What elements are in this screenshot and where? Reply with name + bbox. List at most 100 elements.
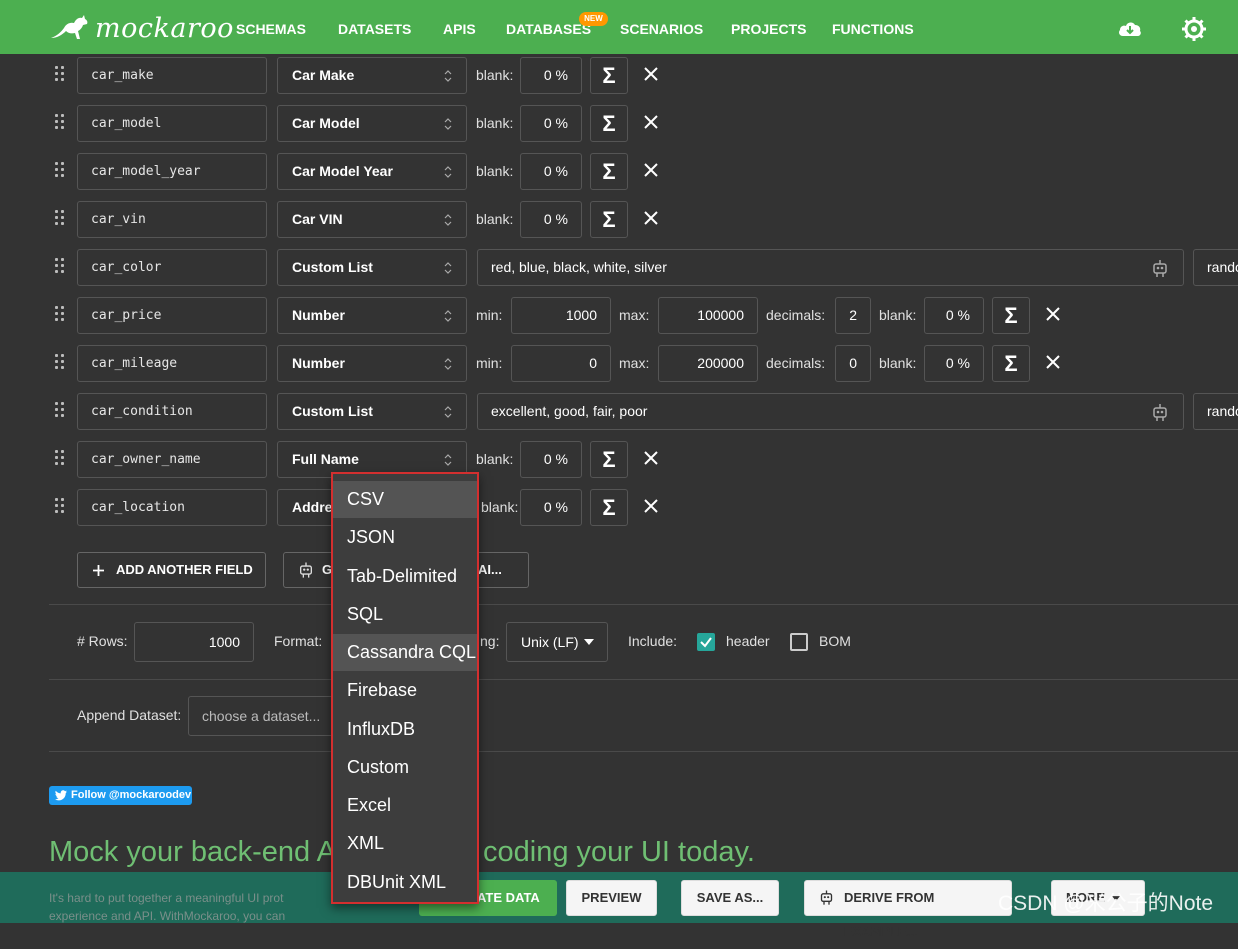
blank-input[interactable]: 0 % (520, 201, 582, 238)
field-name-input[interactable]: car_price (77, 297, 267, 334)
order-select[interactable]: rando (1193, 393, 1238, 430)
close-icon[interactable] (642, 65, 660, 83)
blank-input[interactable]: 0 % (520, 57, 582, 94)
drag-handle-icon[interactable] (55, 450, 65, 468)
nav-databases[interactable]: DATABASES (506, 21, 591, 37)
max-input[interactable]: 200000 (658, 345, 758, 382)
custom-list-input[interactable]: excellent, good, fair, poor (477, 393, 1184, 430)
format-option-dbunit-xml[interactable]: DBUnit XML (333, 864, 477, 901)
min-label: min: (476, 355, 503, 371)
field-type-select[interactable]: Number (277, 297, 467, 334)
field-type-select[interactable]: Car Make (277, 57, 467, 94)
order-select[interactable]: rando (1193, 249, 1238, 286)
field-type-select[interactable]: Car VIN (277, 201, 467, 238)
nav-apis[interactable]: APIS (443, 21, 476, 37)
formula-button[interactable]: Σ (590, 153, 628, 190)
format-option-excel[interactable]: Excel (333, 787, 477, 824)
formula-button[interactable]: Σ (590, 489, 628, 526)
format-option-csv[interactable]: CSV (333, 481, 477, 518)
field-type-select[interactable]: Number (277, 345, 467, 382)
field-name-input[interactable]: car_model_year (77, 153, 267, 190)
format-option-tab-delimited[interactable]: Tab-Delimited (333, 558, 477, 595)
nav-functions[interactable]: FUNCTIONS (832, 21, 914, 37)
save-as-button[interactable]: SAVE AS... (681, 880, 779, 916)
header-checkbox[interactable] (697, 633, 715, 651)
formula-button[interactable]: Σ (992, 297, 1030, 334)
field-name-input[interactable]: car_location (77, 489, 267, 526)
intro-text: experience and API. WithMockaroo, you ca… (49, 909, 286, 923)
robot-icon[interactable] (1151, 403, 1169, 423)
field-name-input[interactable]: car_condition (77, 393, 267, 430)
formula-button[interactable]: Σ (590, 441, 628, 478)
add-another-field-button[interactable]: ADD ANOTHER FIELD (77, 552, 266, 588)
blank-input[interactable]: 0 % (520, 105, 582, 142)
format-option-sql[interactable]: SQL (333, 596, 477, 633)
close-icon[interactable] (642, 209, 660, 227)
field-name-input[interactable]: car_make (77, 57, 267, 94)
blank-input[interactable]: 0 % (924, 345, 984, 382)
drag-handle-icon[interactable] (55, 114, 65, 132)
generate-data-label: ATE DATA (477, 890, 540, 905)
field-name-input[interactable]: car_model (77, 105, 267, 142)
format-option-xml[interactable]: XML (333, 825, 477, 862)
formula-button[interactable]: Σ (590, 57, 628, 94)
robot-icon[interactable] (1151, 259, 1169, 279)
drag-handle-icon[interactable] (55, 354, 65, 372)
custom-list-input[interactable]: red, blue, black, white, silver (477, 249, 1184, 286)
logo[interactable]: mockaroo (49, 12, 234, 44)
bom-checkbox[interactable] (790, 633, 808, 651)
field-name-input[interactable]: car_owner_name (77, 441, 267, 478)
close-icon[interactable] (1044, 305, 1062, 323)
field-type-select[interactable]: Car Model (277, 105, 467, 142)
decimals-input[interactable]: 0 (835, 345, 871, 382)
drag-handle-icon[interactable] (55, 162, 65, 180)
field-name-input[interactable]: car_mileage (77, 345, 267, 382)
follow-twitter-button[interactable]: Follow @mockaroodev (49, 786, 192, 805)
nav-scenarios[interactable]: SCENARIOS (620, 21, 703, 37)
derive-from-example-button[interactable]: DERIVE FROM EXAMPLE... (804, 880, 1012, 939)
field-type-select[interactable]: Custom List (277, 393, 467, 430)
drag-handle-icon[interactable] (55, 402, 65, 420)
drag-handle-icon[interactable] (55, 66, 65, 84)
format-option-json[interactable]: JSON (333, 519, 477, 556)
append-dataset-select[interactable]: choose a dataset... (188, 696, 348, 736)
field-name-input[interactable]: car_color (77, 249, 267, 286)
formula-button[interactable]: Σ (590, 105, 628, 142)
formula-button[interactable]: Σ (992, 345, 1030, 382)
line-ending-select[interactable]: Unix (LF) (506, 622, 608, 662)
min-input[interactable]: 1000 (511, 297, 611, 334)
drag-handle-icon[interactable] (55, 210, 65, 228)
blank-input[interactable]: 0 % (520, 153, 582, 190)
drag-handle-icon[interactable] (55, 498, 65, 516)
field-type-select[interactable]: Custom List (277, 249, 467, 286)
close-icon[interactable] (642, 449, 660, 467)
close-icon[interactable] (1044, 353, 1062, 371)
close-icon[interactable] (642, 161, 660, 179)
field-row: car_condition Custom List excellent, goo… (0, 392, 1238, 432)
blank-input[interactable]: 0 % (924, 297, 984, 334)
format-option-custom[interactable]: Custom (333, 749, 477, 786)
min-input[interactable]: 0 (511, 345, 611, 382)
format-option-cassandra-cql[interactable]: Cassandra CQL (333, 634, 477, 671)
close-icon[interactable] (642, 113, 660, 131)
cloud-download-icon[interactable] (1117, 16, 1143, 42)
blank-input[interactable]: 0 % (520, 489, 582, 526)
nav-schemas[interactable]: SCHEMAS (236, 21, 306, 37)
format-option-influxdb[interactable]: InfluxDB (333, 711, 477, 748)
decimals-input[interactable]: 2 (835, 297, 871, 334)
field-row: car_owner_name Full Name blank: 0 % Σ (0, 440, 1238, 480)
field-type-select[interactable]: Car Model Year (277, 153, 467, 190)
max-input[interactable]: 100000 (658, 297, 758, 334)
field-name-input[interactable]: car_vin (77, 201, 267, 238)
rows-input[interactable]: 1000 (134, 622, 254, 662)
drag-handle-icon[interactable] (55, 258, 65, 276)
format-option-firebase[interactable]: Firebase (333, 672, 477, 709)
nav-projects[interactable]: PROJECTS (731, 21, 806, 37)
close-icon[interactable] (642, 497, 660, 515)
formula-button[interactable]: Σ (590, 201, 628, 238)
settings-icon[interactable] (1181, 16, 1207, 42)
nav-datasets[interactable]: DATASETS (338, 21, 411, 37)
drag-handle-icon[interactable] (55, 306, 65, 324)
preview-button[interactable]: PREVIEW (566, 880, 657, 916)
blank-input[interactable]: 0 % (520, 441, 582, 478)
